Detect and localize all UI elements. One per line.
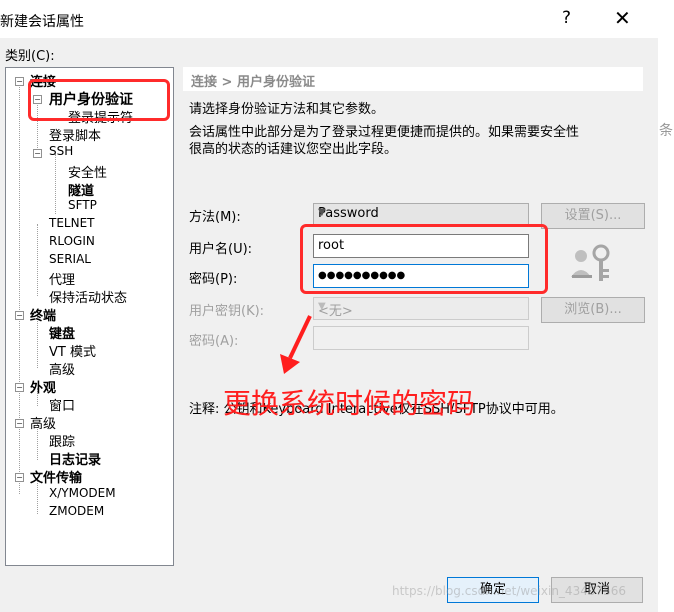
tree-item-file-transfer[interactable]: 文件传输 — [30, 467, 82, 486]
chevron-down-icon: ▼ — [318, 301, 326, 312]
description-line-3: 很高的状态的话建议您空出此字段。 — [189, 142, 398, 157]
tree-item-telnet[interactable]: TELNET — [49, 216, 95, 230]
tree-item-terminal[interactable]: 终端 — [30, 305, 56, 324]
panel-header: 连接 > 用户身份验证 — [183, 67, 643, 91]
method-select[interactable]: Password ▼ — [313, 203, 529, 226]
tree-item-advanced[interactable]: 高级 — [30, 413, 56, 432]
window-title: 新建会话属性 — [0, 14, 84, 30]
connection-collapse-icon[interactable]: − — [15, 77, 24, 86]
close-button[interactable]: ✕ — [614, 6, 631, 30]
annotation-text: 更换系统时候的密码 — [223, 387, 476, 420]
browse-button[interactable]: 浏览(B)... — [541, 297, 645, 323]
user-key-label: 用户密钥(K): — [189, 304, 265, 319]
annotation-arrow-icon — [280, 315, 312, 374]
tree-item-security[interactable]: 安全性 — [68, 162, 107, 181]
tree-item-proxy[interactable]: 代理 — [49, 269, 75, 288]
background-text: 条 — [659, 123, 673, 139]
settings-button[interactable]: 设置(S)... — [541, 203, 645, 229]
tree-item-tunnel[interactable]: 隧道 — [68, 180, 94, 199]
method-label: 方法(M): — [189, 210, 241, 225]
file-transfer-collapse-icon[interactable]: − — [15, 473, 24, 482]
tree-item-vt-mode[interactable]: VT 模式 — [49, 341, 96, 360]
tree-item-window[interactable]: 窗口 — [49, 395, 75, 414]
tree-item-logging[interactable]: 日志记录 — [49, 449, 101, 468]
category-label: 类别(C): — [5, 49, 55, 64]
title-bar: 新建会话属性 ? ✕ — [0, 0, 658, 38]
tree-item-keepalive[interactable]: 保持活动状态 — [49, 287, 127, 306]
category-tree[interactable]: − 连接 − 用户身份验证 登录提示符 登录脚本 − SSH 安全性 隧道 SF… — [5, 67, 174, 566]
password-label: 密码(P): — [189, 272, 238, 287]
tree-item-login-script[interactable]: 登录脚本 — [49, 125, 101, 144]
user-key-icon — [571, 244, 610, 281]
watermark: https://blog.csdn.net/weixin_43407566 — [392, 584, 627, 598]
highlight-user-auth — [28, 79, 170, 121]
passphrase-label: 密码(A): — [189, 334, 239, 349]
tree-item-advanced-terminal[interactable]: 高级 — [49, 359, 75, 378]
terminal-collapse-icon[interactable]: − — [15, 311, 24, 320]
tree-item-trace[interactable]: 跟踪 — [49, 431, 75, 450]
tree-item-keyboard[interactable]: 键盘 — [49, 323, 75, 342]
user-key-select[interactable]: <无> ▼ — [313, 297, 529, 320]
help-button[interactable]: ? — [562, 8, 571, 28]
tree-item-ssh[interactable]: SSH — [49, 144, 73, 158]
highlight-credentials — [300, 224, 548, 294]
tree-item-sftp[interactable]: SFTP — [68, 198, 97, 212]
tree-item-serial[interactable]: SERIAL — [49, 252, 91, 266]
background-window: 条 — [658, 0, 674, 612]
passphrase-field[interactable] — [313, 326, 529, 350]
session-properties-dialog: 新建会话属性 ? ✕ 类别(C): − 连接 − 用户身份验证 登录提示符 登录… — [0, 0, 658, 612]
tree-item-zmodem[interactable]: ZMODEM — [49, 504, 104, 518]
description-line-1: 请选择身份验证方法和其它参数。 — [189, 102, 385, 117]
ssh-collapse-icon[interactable]: − — [33, 149, 42, 158]
appearance-collapse-icon[interactable]: − — [15, 383, 24, 392]
username-label: 用户名(U): — [189, 242, 253, 257]
tree-item-rlogin[interactable]: RLOGIN — [49, 234, 95, 248]
tree-item-appearance[interactable]: 外观 — [30, 377, 56, 396]
chevron-down-icon: ▼ — [318, 207, 326, 218]
breadcrumb: 连接 > 用户身份验证 — [191, 75, 315, 90]
tree-item-xymodem[interactable]: X/YMODEM — [49, 486, 116, 500]
advanced-collapse-icon[interactable]: − — [15, 419, 24, 428]
